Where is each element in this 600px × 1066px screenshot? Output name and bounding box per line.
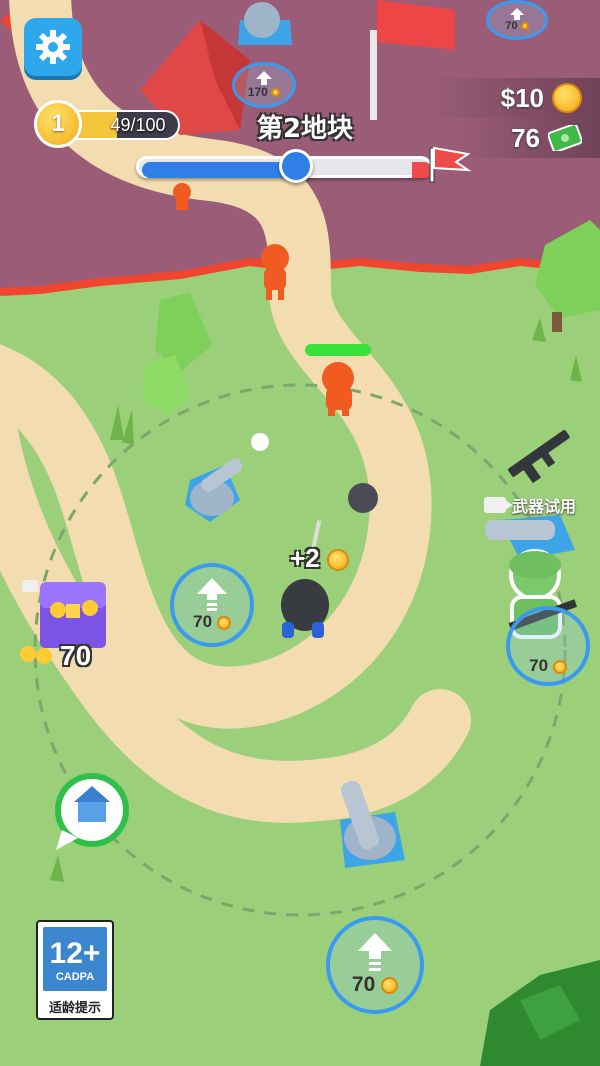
weapon-trial-button[interactable]: 武器试用	[484, 493, 576, 517]
coin-icon	[552, 659, 567, 674]
upgrade-pad-top-right[interactable]: 70	[486, 0, 548, 40]
cash-counter: $10	[430, 78, 600, 118]
gem-counter: 76	[460, 118, 600, 158]
stage-progress-fill	[142, 162, 299, 178]
age-rating-org: CADPA	[55, 971, 95, 983]
stage-progress-knob	[278, 149, 313, 183]
gear-icon	[36, 30, 70, 64]
cash-amount: $10	[500, 82, 544, 113]
upgrade-cost: 70	[529, 656, 549, 675]
upgrade-cost: 170	[247, 85, 268, 99]
settings-button[interactable]	[24, 18, 82, 76]
upgrade-pad-top-left[interactable]: 170	[232, 62, 296, 108]
weapon-trial-label: 武器试用	[512, 497, 577, 516]
upgrade-cost: 70	[505, 20, 518, 32]
video-ad-icon	[484, 497, 513, 513]
up-arrow-icon	[358, 933, 392, 971]
stage-progress-bar	[136, 146, 472, 183]
upgrade-pad-left[interactable]: 70	[170, 563, 254, 647]
coin-icon	[381, 976, 399, 994]
coin-icon	[520, 22, 529, 31]
age-rating-number: 12+	[49, 937, 101, 970]
chest-reward[interactable]: 70	[60, 640, 91, 672]
cannonball	[348, 483, 378, 513]
coin-icon	[326, 549, 349, 572]
level-badge: 1	[34, 100, 82, 148]
xp-text: 49/100	[110, 114, 166, 135]
upgrade-cost: 70	[193, 612, 213, 631]
coin-icon	[271, 88, 281, 98]
upgrade-pad-bottom[interactable]: 70	[326, 916, 424, 1014]
cash-icon	[548, 125, 582, 151]
coin-popup: +2	[290, 543, 349, 574]
up-arrow-icon	[197, 578, 227, 611]
enemy-health-bar	[305, 344, 371, 356]
upgrade-cost: 70	[351, 973, 376, 996]
coin-icon	[552, 83, 582, 113]
bullet	[251, 433, 269, 451]
coin-icon	[216, 615, 231, 630]
gem-amount: 76	[511, 122, 540, 153]
up-arrow-icon	[256, 71, 272, 85]
up-arrow-icon	[510, 8, 524, 20]
age-rating-caption: 适龄提示	[48, 1001, 101, 1016]
player-level: 49/100 1	[34, 100, 182, 150]
age-rating-badge: 12+ CADPA 适龄提示	[36, 920, 114, 1020]
coin-popup-amount: +2	[290, 543, 320, 573]
upgrade-pad-right[interactable]: 70	[506, 606, 590, 686]
stage-title: 第2地块	[256, 114, 354, 144]
